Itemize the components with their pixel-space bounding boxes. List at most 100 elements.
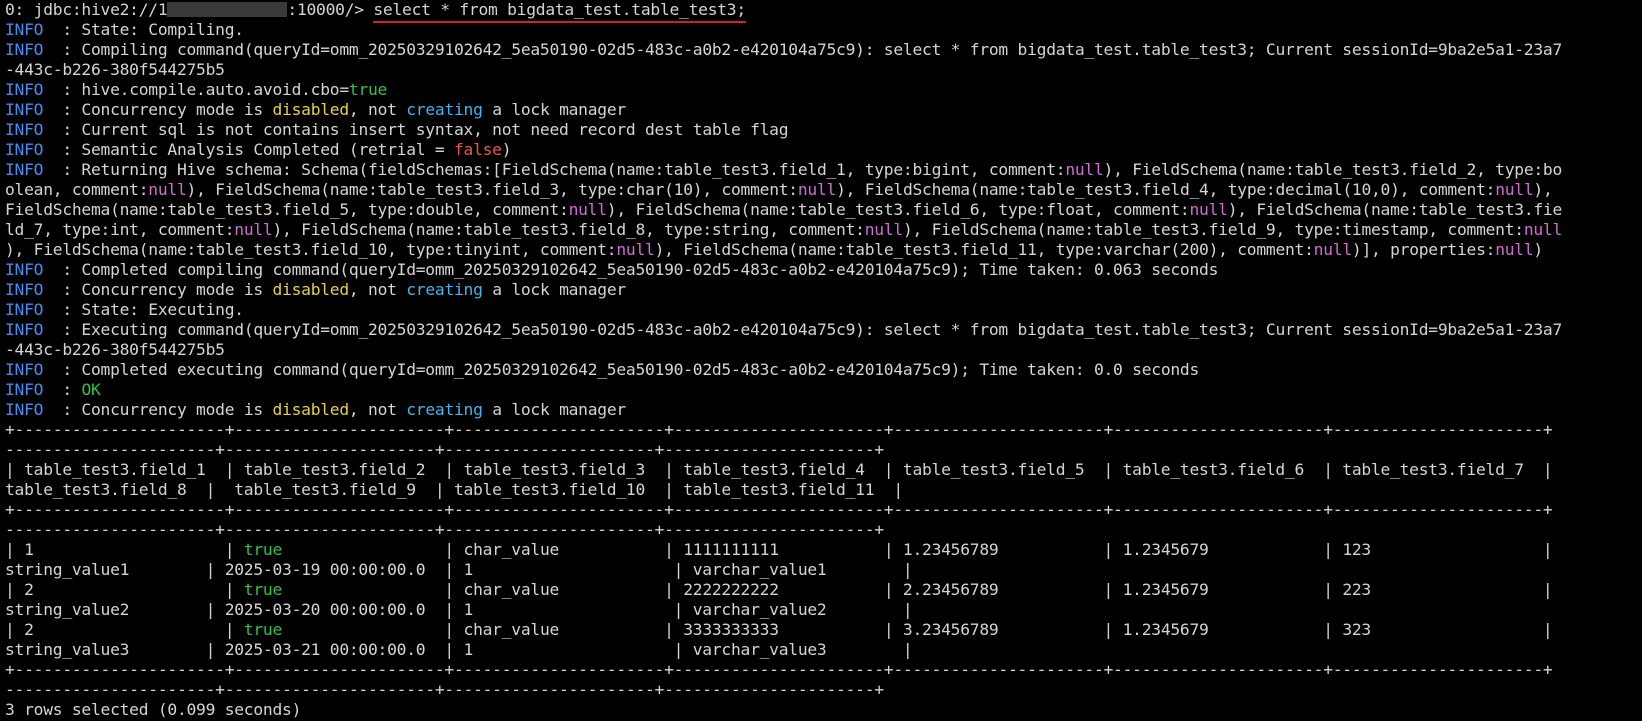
keyword-text: null — [568, 200, 607, 219]
log-text: : Executing command(queryId=omm_20250329… — [43, 320, 1563, 339]
prompt-line: 0: jdbc:hive2://1 :10000/> select * from … — [5, 0, 1642, 23]
keyword-text: disabled — [272, 280, 349, 299]
table-header-row: table_test3.field_8 | table_test3.field_… — [5, 480, 903, 499]
log-line: INFO : OK — [5, 380, 1642, 400]
keyword-text: false — [453, 140, 502, 159]
prompt-port: :10000/> — [287, 0, 374, 19]
log-text: string_value2 | 2025-03-20 00:00:00.0 | … — [5, 600, 913, 619]
keyword-text: null — [1189, 200, 1228, 219]
prompt-prefix: 0: jdbc:hive2://1 — [5, 0, 168, 19]
log-text: | 1 | — [5, 540, 244, 559]
log-text: : Returning Hive schema: Schema(fieldSch… — [43, 160, 1066, 179]
terminal-window[interactable]: 0: jdbc:hive2://1 :10000/> select * from … — [0, 0, 1642, 721]
log-text: ld_7, type:int, comment: — [5, 220, 235, 239]
log-level: INFO — [5, 280, 44, 299]
log-text: : hive.compile.auto.avoid.cbo= — [43, 80, 349, 99]
log-line: FieldSchema(name:table_test3.field_5, ty… — [5, 200, 1642, 220]
log-level: INFO — [5, 300, 44, 319]
log-text: ), — [1533, 180, 1553, 199]
keyword-text: creating — [406, 400, 483, 419]
log-line: INFO : Semantic Analysis Completed (retr… — [5, 140, 1642, 160]
redacted-host-mask — [167, 2, 288, 17]
log-text: , not — [348, 100, 407, 119]
table-border: +----------------------+----------------… — [5, 660, 1553, 679]
table-row: | 2 | true | char_value | 3333333333 | 3… — [5, 620, 1642, 640]
table-border: ----------------------+-----------------… — [5, 520, 884, 539]
log-text: : Compiling command(queryId=omm_20250329… — [43, 40, 1563, 59]
log-text: : State: Executing. — [43, 300, 244, 319]
log-level: INFO — [5, 100, 44, 119]
keyword-text: null — [1495, 180, 1534, 199]
log-level: INFO — [5, 160, 44, 179]
keyword-text: null — [864, 220, 903, 239]
log-text: | char_value | 2222222222 | 2.23456789 |… — [282, 580, 1553, 599]
keyword-text: null — [616, 240, 655, 259]
table-row-continued: string_value2 | 2025-03-20 00:00:00.0 | … — [5, 600, 1642, 620]
log-text: ) — [501, 140, 512, 159]
keyword-text: disabled — [272, 100, 349, 119]
log-line: INFO : Executing command(queryId=omm_202… — [5, 320, 1642, 340]
log-line: INFO : State: Compiling. — [5, 20, 1642, 40]
log-level: INFO — [5, 140, 44, 159]
log-text: ), FieldSchema(name:table_test3.fie — [1227, 200, 1563, 219]
log-text: , not — [348, 400, 407, 419]
log-level: INFO — [5, 360, 44, 379]
log-level: INFO — [5, 260, 44, 279]
keyword-text: null — [234, 220, 273, 239]
log-text: ), FieldSchema(name:table_test3.field_6,… — [606, 200, 1190, 219]
result-table: +----------------------+----------------… — [5, 420, 1642, 700]
table-header-row: | table_test3.field_1 | table_test3.fiel… — [5, 460, 1553, 479]
log-text: ) — [1533, 240, 1543, 259]
table-border: ----------------------+-----------------… — [5, 440, 884, 459]
table-border: ----------------------+-----------------… — [5, 680, 884, 699]
keyword-text: null — [1313, 240, 1352, 259]
keyword-text: disabled — [272, 400, 349, 419]
log-text: : Completed executing command(queryId=om… — [43, 360, 1200, 379]
log-line: INFO : State: Executing. — [5, 300, 1642, 320]
log-output: INFO : State: Compiling. INFO : Compiling… — [5, 20, 1642, 420]
log-text: | 2 | — [5, 620, 244, 639]
log-text: -443c-b226-380f544275b5 — [5, 340, 225, 359]
log-line: INFO : Concurrency mode is disabled, not… — [5, 100, 1642, 120]
keyword-text: true — [348, 80, 388, 99]
log-text: | char_value | 1111111111 | 1.23456789 |… — [282, 540, 1553, 559]
log-text: : Concurrency mode is — [43, 280, 273, 299]
keyword-text: null — [1495, 240, 1534, 259]
log-level: INFO — [5, 380, 44, 399]
log-text: string_value3 | 2025-03-21 00:00:00.0 | … — [5, 640, 913, 659]
log-level: INFO — [5, 400, 44, 419]
log-line: ), FieldSchema(name:table_test3.field_10… — [5, 240, 1642, 260]
log-level: INFO — [5, 80, 44, 99]
log-text: a lock manager — [482, 280, 626, 299]
command-underline — [373, 21, 746, 23]
log-text: ), FieldSchema(name:table_test3.field_10… — [5, 240, 617, 259]
log-text: : Semantic Analysis Completed (retrial = — [43, 140, 454, 159]
keyword-text: null — [1523, 220, 1563, 239]
log-text: string_value1 | 2025-03-19 00:00:00.0 | … — [5, 560, 913, 579]
command-value: select * from bigdata_test.table_test3; — [373, 0, 746, 19]
table-border: +----------------------+----------------… — [5, 500, 1553, 519]
log-line: ld_7, type:int, comment:null), FieldSche… — [5, 220, 1642, 240]
log-text: : Completed compiling command(queryId=om… — [43, 260, 1219, 279]
log-text: a lock manager — [482, 100, 626, 119]
log-text: ), FieldSchema(name:table_test3.field_9,… — [902, 220, 1524, 239]
result-footer: 3 rows selected (0.099 seconds) — [5, 700, 302, 719]
table-row-continued: string_value1 | 2025-03-19 00:00:00.0 | … — [5, 560, 1642, 580]
log-line: -443c-b226-380f544275b5 — [5, 340, 1642, 360]
log-text: ), FieldSchema(name:table_test3.field_8,… — [272, 220, 865, 239]
log-text: )], properties: — [1351, 240, 1496, 259]
keyword-text: true — [243, 540, 283, 559]
log-line: olean, comment:null), FieldSchema(name:t… — [5, 180, 1642, 200]
keyword-text: null — [148, 180, 187, 199]
log-text: : Concurrency mode is — [43, 100, 273, 119]
table-border: +----------------------+----------------… — [5, 420, 1553, 439]
table-row-continued: string_value3 | 2025-03-21 00:00:00.0 | … — [5, 640, 1642, 660]
log-text: a lock manager — [482, 400, 626, 419]
log-text: : State: Compiling. — [43, 20, 244, 39]
log-line: INFO : Concurrency mode is disabled, not… — [5, 400, 1642, 420]
log-line: INFO : Current sql is not contains inser… — [5, 120, 1642, 140]
log-text: : — [43, 380, 82, 399]
log-text: ), FieldSchema(name:table_test3.field_3,… — [186, 180, 799, 199]
log-text: ), FieldSchema(name:table_test3.field_4,… — [836, 180, 1496, 199]
log-line: -443c-b226-380f544275b5 — [5, 60, 1642, 80]
